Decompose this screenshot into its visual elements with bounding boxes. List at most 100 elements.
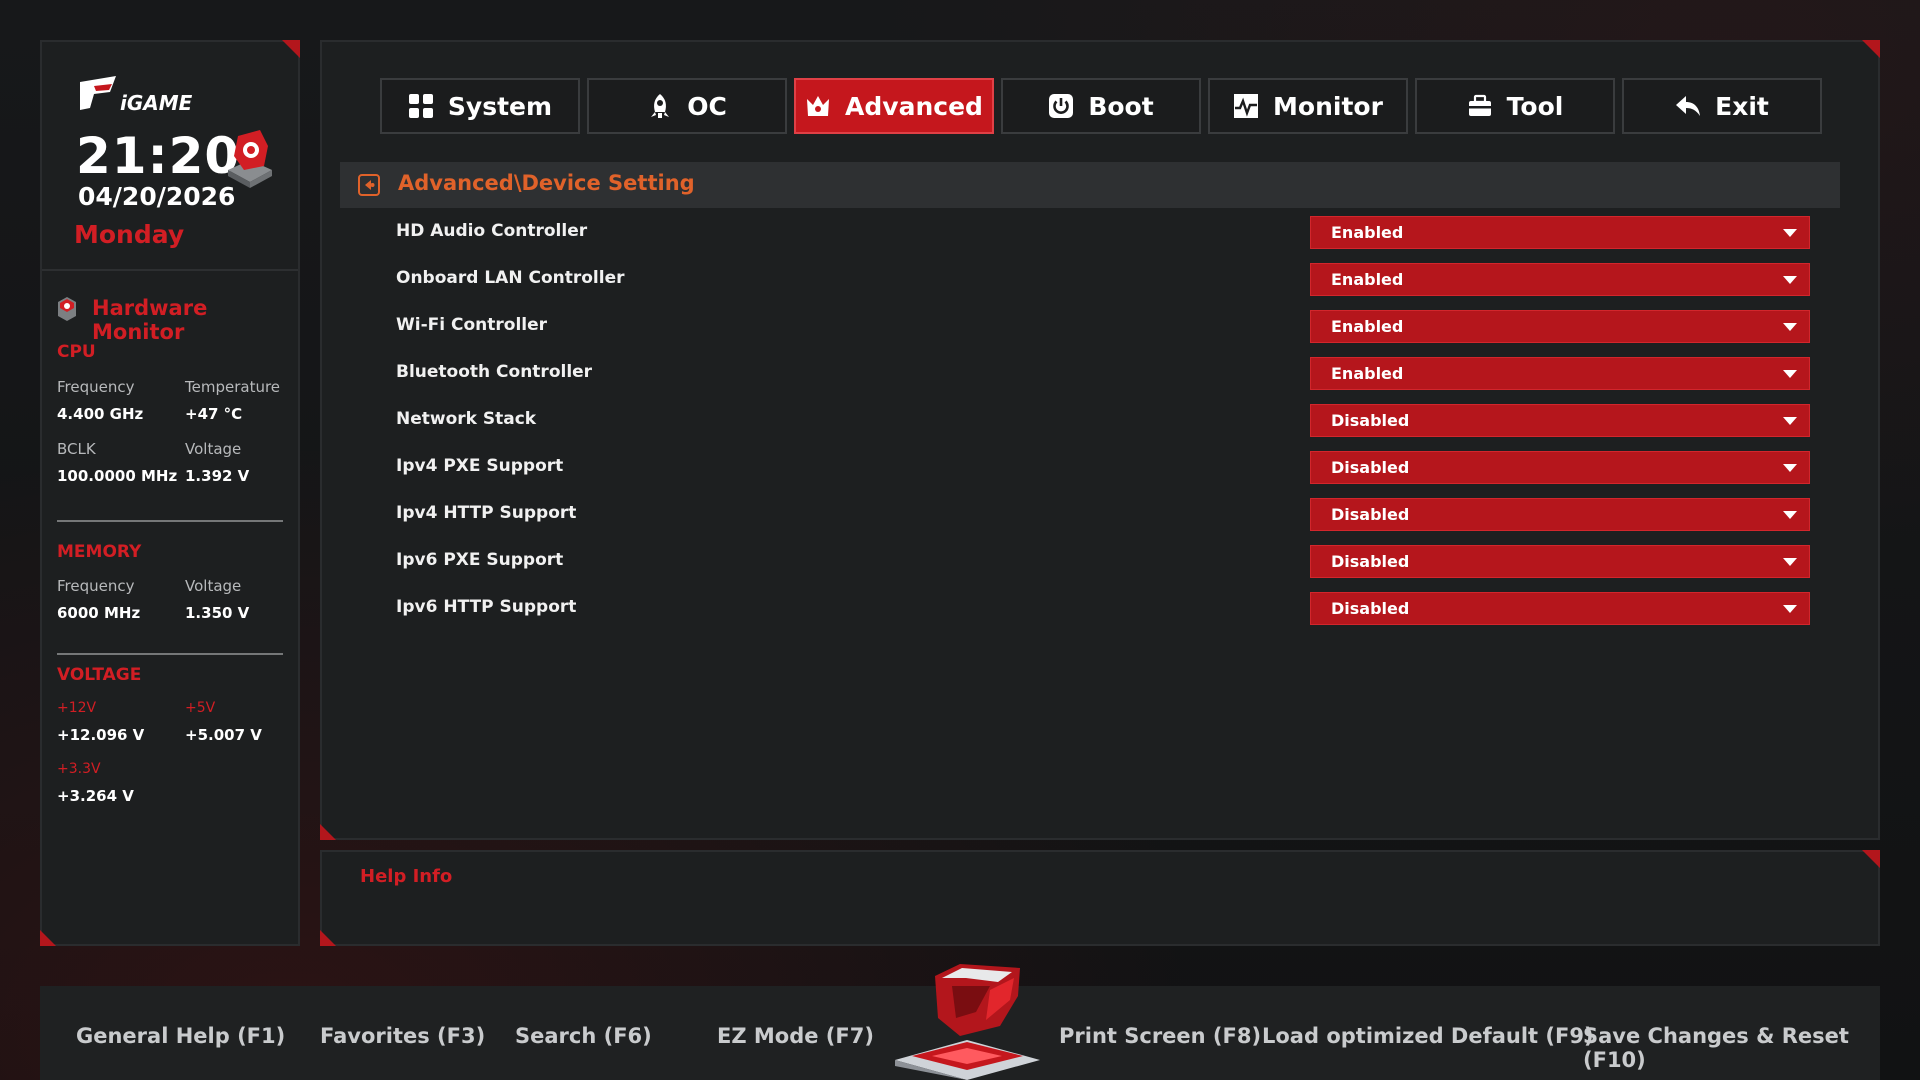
setting-row: Onboard LAN Controller Enabled: [322, 263, 1878, 310]
setting-dropdown[interactable]: Enabled: [1310, 216, 1810, 249]
dropdown-arrow-icon: [1783, 229, 1797, 237]
setting-dropdown[interactable]: Disabled: [1310, 545, 1810, 578]
setting-dropdown[interactable]: Enabled: [1310, 357, 1810, 390]
breadcrumb-path: Advanced\Device Setting: [398, 171, 695, 195]
setting-dropdown[interactable]: Disabled: [1310, 451, 1810, 484]
save-reset-button[interactable]: Save Changes & Reset (F10): [1583, 1024, 1880, 1072]
tab-oc-label: OC: [687, 91, 727, 121]
setting-value: Disabled: [1331, 458, 1410, 477]
tab-advanced[interactable]: Advanced: [794, 78, 994, 134]
tab-system[interactable]: System: [380, 78, 580, 134]
cpu-voltage-value: 1.392 V: [185, 467, 250, 485]
hardware-monitor-title: Hardware Monitor: [92, 296, 208, 344]
reply-icon: [1676, 96, 1701, 116]
tab-system-label: System: [447, 91, 553, 121]
clock-weekday: Monday: [74, 220, 185, 249]
tab-boot[interactable]: Boot: [1001, 78, 1201, 134]
cpu-frequency-label: Frequency: [57, 378, 135, 396]
dropdown-arrow-icon: [1783, 464, 1797, 472]
divider: [57, 653, 283, 655]
setting-label: Ipv4 HTTP Support: [396, 503, 577, 523]
svg-text:iGAME: iGAME: [120, 91, 193, 115]
tab-tool[interactable]: Tool: [1415, 78, 1615, 134]
memory-frequency-value: 6000 MHz: [57, 604, 141, 622]
divider: [57, 520, 283, 522]
voltage-5v-label: +5V: [185, 700, 216, 716]
power-icon: [1049, 94, 1074, 118]
setting-row: Bluetooth Controller Enabled: [322, 357, 1878, 404]
tab-tool-label: Tool: [1506, 91, 1564, 121]
main-panel: System OC Advanced Boot Monitor Tool Exi…: [320, 40, 1880, 840]
dropdown-arrow-icon: [1783, 417, 1797, 425]
left-info-panel: iGAME 21:20 04/20/2026 Monday Hardware M…: [40, 40, 300, 946]
breadcrumb: Advanced\Device Setting: [340, 162, 1840, 208]
setting-value: Enabled: [1331, 270, 1404, 289]
setting-row: Network Stack Disabled: [322, 404, 1878, 451]
setting-value: Disabled: [1331, 411, 1410, 430]
setting-value: Disabled: [1331, 599, 1410, 618]
cpu-bclk-label: BCLK: [57, 440, 96, 458]
setting-value: Disabled: [1331, 552, 1410, 571]
memory-voltage-value: 1.350 V: [185, 604, 250, 622]
clock-time: 21:20: [76, 127, 241, 185]
setting-label: Wi-Fi Controller: [396, 315, 548, 335]
cpu-bclk-value: 100.0000 MHz: [57, 467, 178, 485]
setting-label: HD Audio Controller: [396, 221, 588, 241]
ez-mode-button[interactable]: EZ Mode (F7): [717, 1024, 874, 1048]
setting-row: HD Audio Controller Enabled: [322, 216, 1878, 263]
voltage-section-title: VOLTAGE: [57, 665, 142, 685]
setting-label: Ipv6 PXE Support: [396, 550, 564, 570]
crown-icon: [807, 96, 830, 116]
voltage-3v3-value: +3.264 V: [57, 787, 134, 805]
setting-label: Onboard LAN Controller: [396, 268, 625, 288]
back-arrow-icon[interactable]: [358, 174, 380, 196]
setting-label: Ipv6 HTTP Support: [396, 597, 577, 617]
hardware-monitor-icon: [58, 297, 76, 321]
search-button[interactable]: Search (F6): [515, 1024, 652, 1048]
toolbox-icon: [1468, 94, 1491, 116]
print-screen-button[interactable]: Print Screen (F8): [1059, 1024, 1261, 1048]
tab-monitor[interactable]: Monitor: [1208, 78, 1408, 134]
setting-row: Wi-Fi Controller Enabled: [322, 310, 1878, 357]
setting-value: Disabled: [1331, 505, 1410, 524]
setting-row: Ipv4 PXE Support Disabled: [322, 451, 1878, 498]
clock-date: 04/20/2026: [78, 182, 236, 211]
cpu-temperature-label: Temperature: [185, 378, 281, 396]
setting-value: Enabled: [1331, 317, 1404, 336]
load-default-button[interactable]: Load optimized Default (F9): [1262, 1024, 1594, 1048]
memory-frequency-label: Frequency: [57, 577, 135, 595]
voltage-12v-label: +12V: [57, 700, 97, 716]
setting-dropdown[interactable]: Enabled: [1310, 310, 1810, 343]
igame-logo: iGAME: [80, 76, 193, 115]
tab-bar: System OC Advanced Boot Monitor Tool Exi…: [380, 78, 1822, 134]
setting-dropdown[interactable]: Disabled: [1310, 404, 1810, 437]
setting-dropdown[interactable]: Disabled: [1310, 498, 1810, 531]
dropdown-arrow-icon: [1783, 370, 1797, 378]
dropdown-arrow-icon: [1783, 558, 1797, 566]
cpu-frequency-value: 4.400 GHz: [57, 405, 144, 423]
dropdown-arrow-icon: [1783, 276, 1797, 284]
dropdown-arrow-icon: [1783, 323, 1797, 331]
cpu-temperature-value: +47 °C: [185, 405, 243, 423]
setting-dropdown[interactable]: Disabled: [1310, 592, 1810, 625]
divider: [42, 269, 298, 271]
tab-exit[interactable]: Exit: [1622, 78, 1822, 134]
memory-voltage-label: Voltage: [185, 577, 242, 595]
setting-dropdown[interactable]: Enabled: [1310, 263, 1810, 296]
setting-row: Ipv6 PXE Support Disabled: [322, 545, 1878, 592]
setting-label: Ipv4 PXE Support: [396, 456, 564, 476]
help-info-title: Help Info: [360, 866, 453, 887]
tab-exit-label: Exit: [1715, 91, 1769, 121]
tab-monitor-label: Monitor: [1273, 91, 1383, 121]
tab-boot-label: Boot: [1088, 91, 1154, 121]
voltage-12v-value: +12.096 V: [57, 726, 145, 744]
setting-value: Enabled: [1331, 364, 1404, 383]
favorites-button[interactable]: Favorites (F3): [320, 1024, 485, 1048]
pulse-icon: [1234, 94, 1259, 118]
help-info-panel: Help Info: [320, 850, 1880, 946]
tab-oc[interactable]: OC: [587, 78, 787, 134]
cpu-voltage-label: Voltage: [185, 440, 242, 458]
general-help-button[interactable]: General Help (F1): [76, 1024, 285, 1048]
cpu-section-title: CPU: [57, 342, 96, 362]
rocket-icon: [651, 94, 670, 118]
